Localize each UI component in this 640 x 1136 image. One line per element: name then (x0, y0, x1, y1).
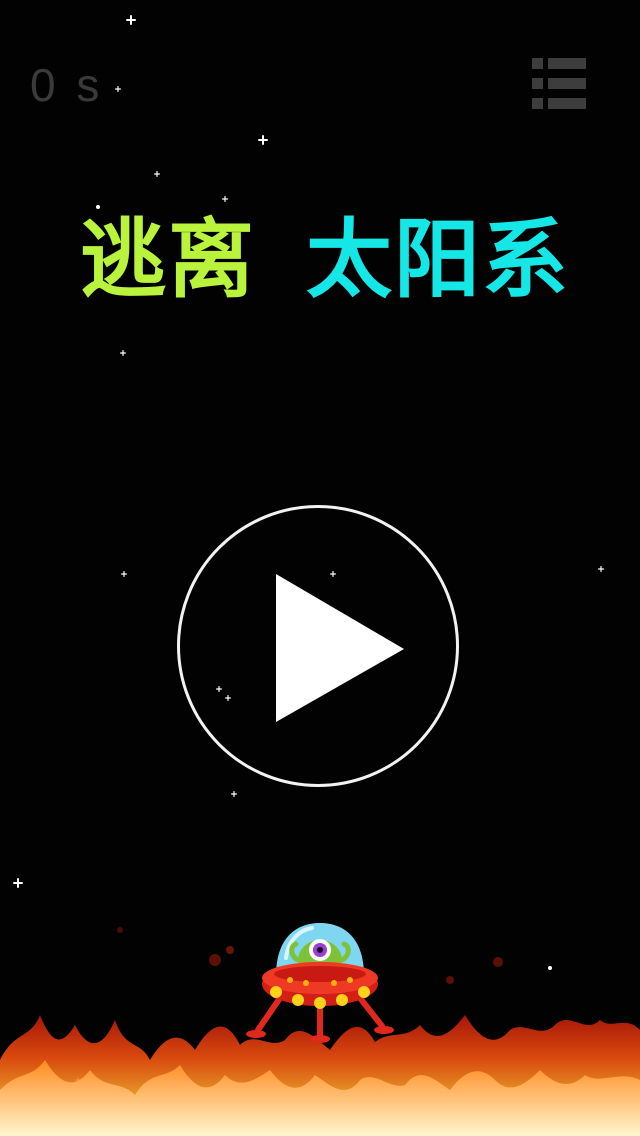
star (120, 350, 126, 356)
alien-ufo-icon[interactable] (240, 918, 400, 1048)
star (121, 571, 127, 577)
star (126, 15, 136, 25)
game-title-part-solar-system: 太阳系 (306, 210, 570, 310)
star (231, 791, 237, 797)
star (115, 86, 121, 92)
play-icon (276, 574, 404, 722)
star (258, 135, 268, 145)
list-menu-icon[interactable] (532, 56, 588, 112)
play-button[interactable] (177, 505, 459, 787)
star (154, 171, 160, 177)
elapsed-time-display: 0 s (30, 59, 104, 111)
game-screen: 0 s 逃离 太阳系 (0, 0, 640, 1136)
star (13, 878, 23, 888)
star (598, 566, 604, 572)
game-title: 逃离 太阳系 (0, 200, 640, 320)
game-title-part-escape: 逃离 (80, 210, 256, 310)
